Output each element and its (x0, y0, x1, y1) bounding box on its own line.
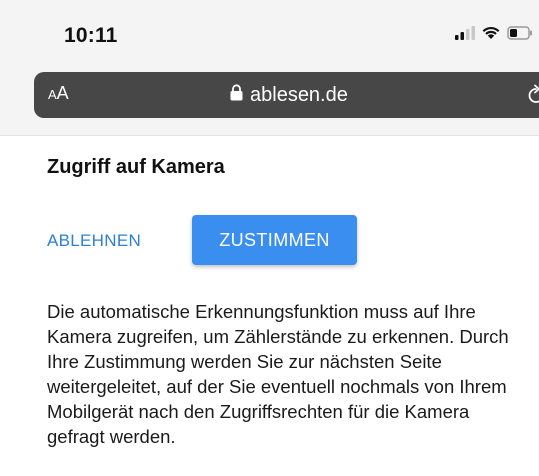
lock-icon (230, 84, 243, 106)
address-bar[interactable]: A A ablesen.de (34, 72, 539, 118)
description-text: Die automatische Erkennungsfunktion muss… (47, 301, 509, 447)
url-text: ablesen.de (250, 83, 348, 106)
reject-button[interactable]: ABLEHNEN (47, 231, 141, 251)
signal-icon (455, 25, 475, 45)
url-display[interactable]: ablesen.de (230, 83, 348, 107)
page-title: Zugriff auf Kamera (47, 156, 225, 178)
battery-icon (507, 25, 533, 45)
status-icons (455, 25, 533, 45)
wifi-icon (481, 25, 501, 45)
status-bar: 10:11 (0, 0, 539, 66)
reload-icon[interactable] (524, 83, 539, 107)
text-size-button[interactable]: A A (48, 83, 69, 107)
accept-button[interactable]: ZUSTIMMEN (192, 215, 357, 265)
status-time: 10:11 (64, 24, 118, 47)
browser-chrome: 10:11 A A ablesen.de (0, 0, 539, 136)
